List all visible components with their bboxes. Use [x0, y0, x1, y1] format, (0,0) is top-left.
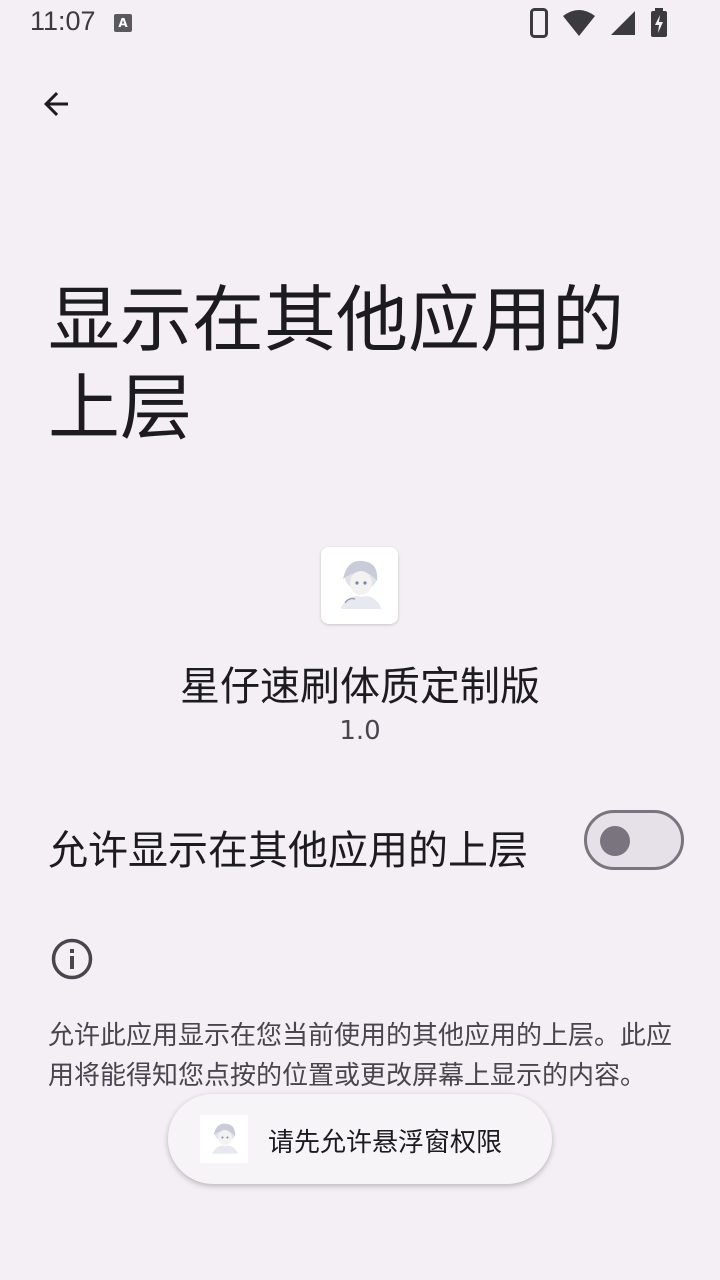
permission-label: 允许显示在其他应用的上层	[48, 828, 528, 874]
back-button[interactable]	[28, 80, 84, 128]
phone-icon	[530, 8, 548, 38]
status-bar: 11:07 A	[0, 0, 720, 48]
status-icons	[530, 8, 668, 38]
wifi-icon	[563, 10, 595, 36]
permission-description: 允许此应用显示在您当前使用的其他应用的上层。此应用将能得知您点按的位置或更改屏幕…	[48, 1021, 673, 1091]
page-title: 显示在其他应用的上层	[48, 278, 625, 450]
a-icon: A	[114, 14, 132, 32]
toggle-knob	[600, 826, 630, 856]
permission-toggle[interactable]	[584, 810, 684, 870]
arrow-back-icon	[44, 92, 68, 116]
signal-icon	[611, 11, 635, 35]
permission-toggle-row[interactable]: 允许显示在其他应用的上层	[0, 800, 720, 888]
app-name: 星仔速刷体质定制版	[180, 664, 540, 710]
battery-charging-icon	[651, 8, 667, 37]
info-icon	[50, 937, 94, 981]
toast-message: 请先允许悬浮窗权限	[268, 1128, 503, 1158]
app-avatar-icon	[200, 1115, 248, 1163]
app-avatar-icon	[321, 547, 398, 624]
toast: 请先允许悬浮窗权限	[168, 1094, 552, 1184]
status-time: 11:07	[30, 6, 96, 36]
app-version: 1.0	[339, 716, 381, 746]
